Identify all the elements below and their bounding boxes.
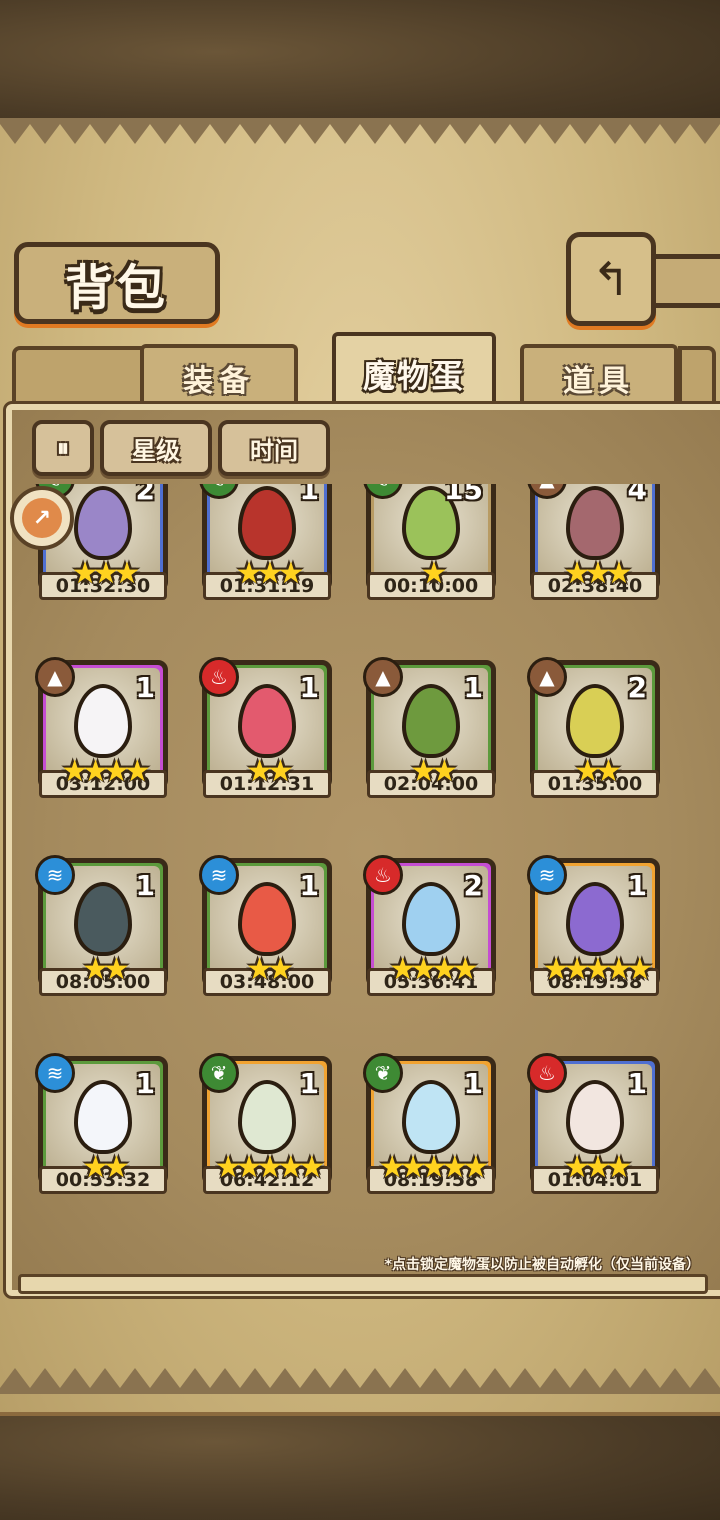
back-button[interactable]: ↰ — [566, 232, 656, 326]
page-title: 背包 — [64, 260, 169, 316]
egg-count: 2 — [627, 671, 647, 704]
egg-card[interactable]: ❦ 1 ★★★★★ — [363, 1053, 496, 1186]
earth-element-icon: ▲ — [35, 657, 75, 697]
egg-star-rating: ★★★★★ — [378, 1150, 489, 1185]
back-arrow-icon: ↰ — [591, 252, 631, 306]
wood-element-icon: ❦ — [199, 1053, 239, 1093]
egg-count: 1 — [463, 671, 483, 704]
egg-card[interactable]: ❦1★★★ — [199, 484, 332, 592]
egg-star-rating: ★★★ — [563, 556, 633, 591]
egg-star-rating: ★★★★ — [389, 952, 479, 987]
water-element-icon: ≋ — [199, 855, 239, 895]
page-title-box: 背包 — [14, 242, 220, 324]
egg-count: 1 — [627, 869, 647, 902]
egg-card[interactable]: ♨ 2 ★★★★ — [363, 855, 496, 988]
egg-star-rating: ★★★ — [71, 556, 141, 591]
lock-hint-text: *点击锁定魔物蛋以防止被自动孵化（仅当前设备） — [384, 1257, 700, 1273]
egg-count: 15 — [444, 484, 483, 506]
egg-star-rating: ★★ — [82, 1150, 130, 1185]
pink-red-egg-icon — [238, 684, 296, 758]
egg-card[interactable]: ▲4★★★ — [527, 484, 660, 592]
fire-element-icon: ♨ — [527, 1053, 567, 1093]
egg-star-rating: ★★★★★ — [542, 952, 653, 987]
sort-by-time-button[interactable]: 时间 — [218, 420, 330, 476]
sort-by-star-button[interactable]: 星级 — [100, 420, 212, 476]
sprout-egg-icon — [402, 684, 460, 758]
top-zigzag-edge — [0, 118, 720, 144]
cracked-white-egg-icon — [74, 684, 132, 758]
egg-count: 1 — [299, 671, 319, 704]
egg-count: 1 — [299, 869, 319, 902]
back-button-tail — [646, 254, 720, 308]
lock-icon: ↗ — [22, 498, 62, 538]
egg-card[interactable]: ♨ 1 ★★★ — [527, 1053, 660, 1186]
egg-card[interactable]: ▲ 2 ★★ — [527, 657, 660, 790]
egg-star-rating: ★★ — [410, 754, 458, 789]
sort-order-button[interactable]: ⏸ — [32, 420, 94, 476]
egg-count: 1 — [135, 869, 155, 902]
egg-card[interactable]: ≋ 1 ★★ — [35, 855, 168, 988]
water-element-icon: ≋ — [35, 855, 75, 895]
egg-star-rating: ★★ — [82, 952, 130, 987]
egg-star-rating: ★★★ — [563, 1150, 633, 1185]
earth-element-icon: ▲ — [527, 657, 567, 697]
egg-count: 1 — [299, 484, 319, 506]
egg-count: 1 — [135, 1067, 155, 1100]
tab-bar: 装备 魔物蛋 道具 — [0, 332, 720, 412]
egg-star-rating: ★★ — [246, 952, 294, 987]
red-spotted-egg-icon — [238, 486, 296, 560]
yellow-nest-egg-icon — [566, 684, 624, 758]
fire-element-icon: ♨ — [199, 657, 239, 697]
purple-white-egg-icon — [74, 486, 132, 560]
top-map-band — [0, 0, 720, 130]
tab-equipment[interactable]: 装备 — [140, 344, 298, 408]
lock-toggle-button[interactable]: ↗ — [10, 486, 74, 550]
egg-count: 1 — [627, 1067, 647, 1100]
egg-card[interactable]: ≋ 1 ★★★★★ — [527, 855, 660, 988]
water-element-icon: ≋ — [527, 855, 567, 895]
water-element-icon: ≋ — [35, 1053, 75, 1093]
egg-star-rating: ★ — [420, 556, 448, 591]
turtle-shell-egg-icon — [74, 882, 132, 956]
egg-star-rating: ★★★★★ — [214, 1150, 325, 1185]
earth-element-icon: ▲ — [363, 657, 403, 697]
egg-card[interactable]: ▲ 1 ★★ — [363, 657, 496, 790]
egg-star-rating: ★★ — [574, 754, 622, 789]
tab-items[interactable]: 道具 — [520, 344, 678, 408]
egg-card[interactable]: ♨ 1 ★★ — [199, 657, 332, 790]
egg-star-rating: ★★★ — [235, 556, 305, 591]
egg-grid: ❦2★★★01:32:30❦1★★★01:31:19❦15★00:10:00▲4… — [20, 484, 700, 1254]
purple-pocket-watch-icon — [566, 882, 624, 956]
cloud-ring-egg-icon — [74, 1080, 132, 1154]
flag-ring-egg-icon — [402, 882, 460, 956]
fire-element-icon: ♨ — [363, 855, 403, 895]
sort-order-icon: ⏸ — [57, 434, 69, 462]
flame-egg-icon — [566, 1080, 624, 1154]
egg-count: 4 — [627, 484, 647, 506]
tab-bar-frame-right — [678, 346, 716, 410]
bottom-zigzag-edge — [0, 1368, 720, 1394]
egg-count: 1 — [463, 1067, 483, 1100]
egg-star-rating: ★★ — [246, 754, 294, 789]
egg-card[interactable]: ≋ 1 ★★ — [199, 855, 332, 988]
crab-egg-icon — [238, 882, 296, 956]
blue-pocket-watch-icon — [402, 1080, 460, 1154]
egg-count: 2 — [463, 869, 483, 902]
egg-count: 1 — [135, 671, 155, 704]
egg-card[interactable]: ❦15★ — [363, 484, 496, 592]
egg-card[interactable]: ≋ 1 ★★ — [35, 1053, 168, 1186]
white-leaf-egg-icon — [238, 1080, 296, 1154]
egg-count: 1 — [299, 1067, 319, 1100]
tab-monster-eggs[interactable]: 魔物蛋 — [332, 332, 496, 412]
wood-element-icon: ❦ — [363, 1053, 403, 1093]
egg-card[interactable]: ▲ 1 ★★★★ — [35, 657, 168, 790]
panel-bottom-bar — [18, 1274, 708, 1294]
tab-bar-frame-left — [12, 346, 150, 410]
book-egg-icon — [566, 486, 624, 560]
egg-count: 2 — [135, 484, 155, 506]
egg-star-rating: ★★★★ — [61, 754, 151, 789]
egg-card[interactable]: ❦ 1 ★★★★★ — [199, 1053, 332, 1186]
